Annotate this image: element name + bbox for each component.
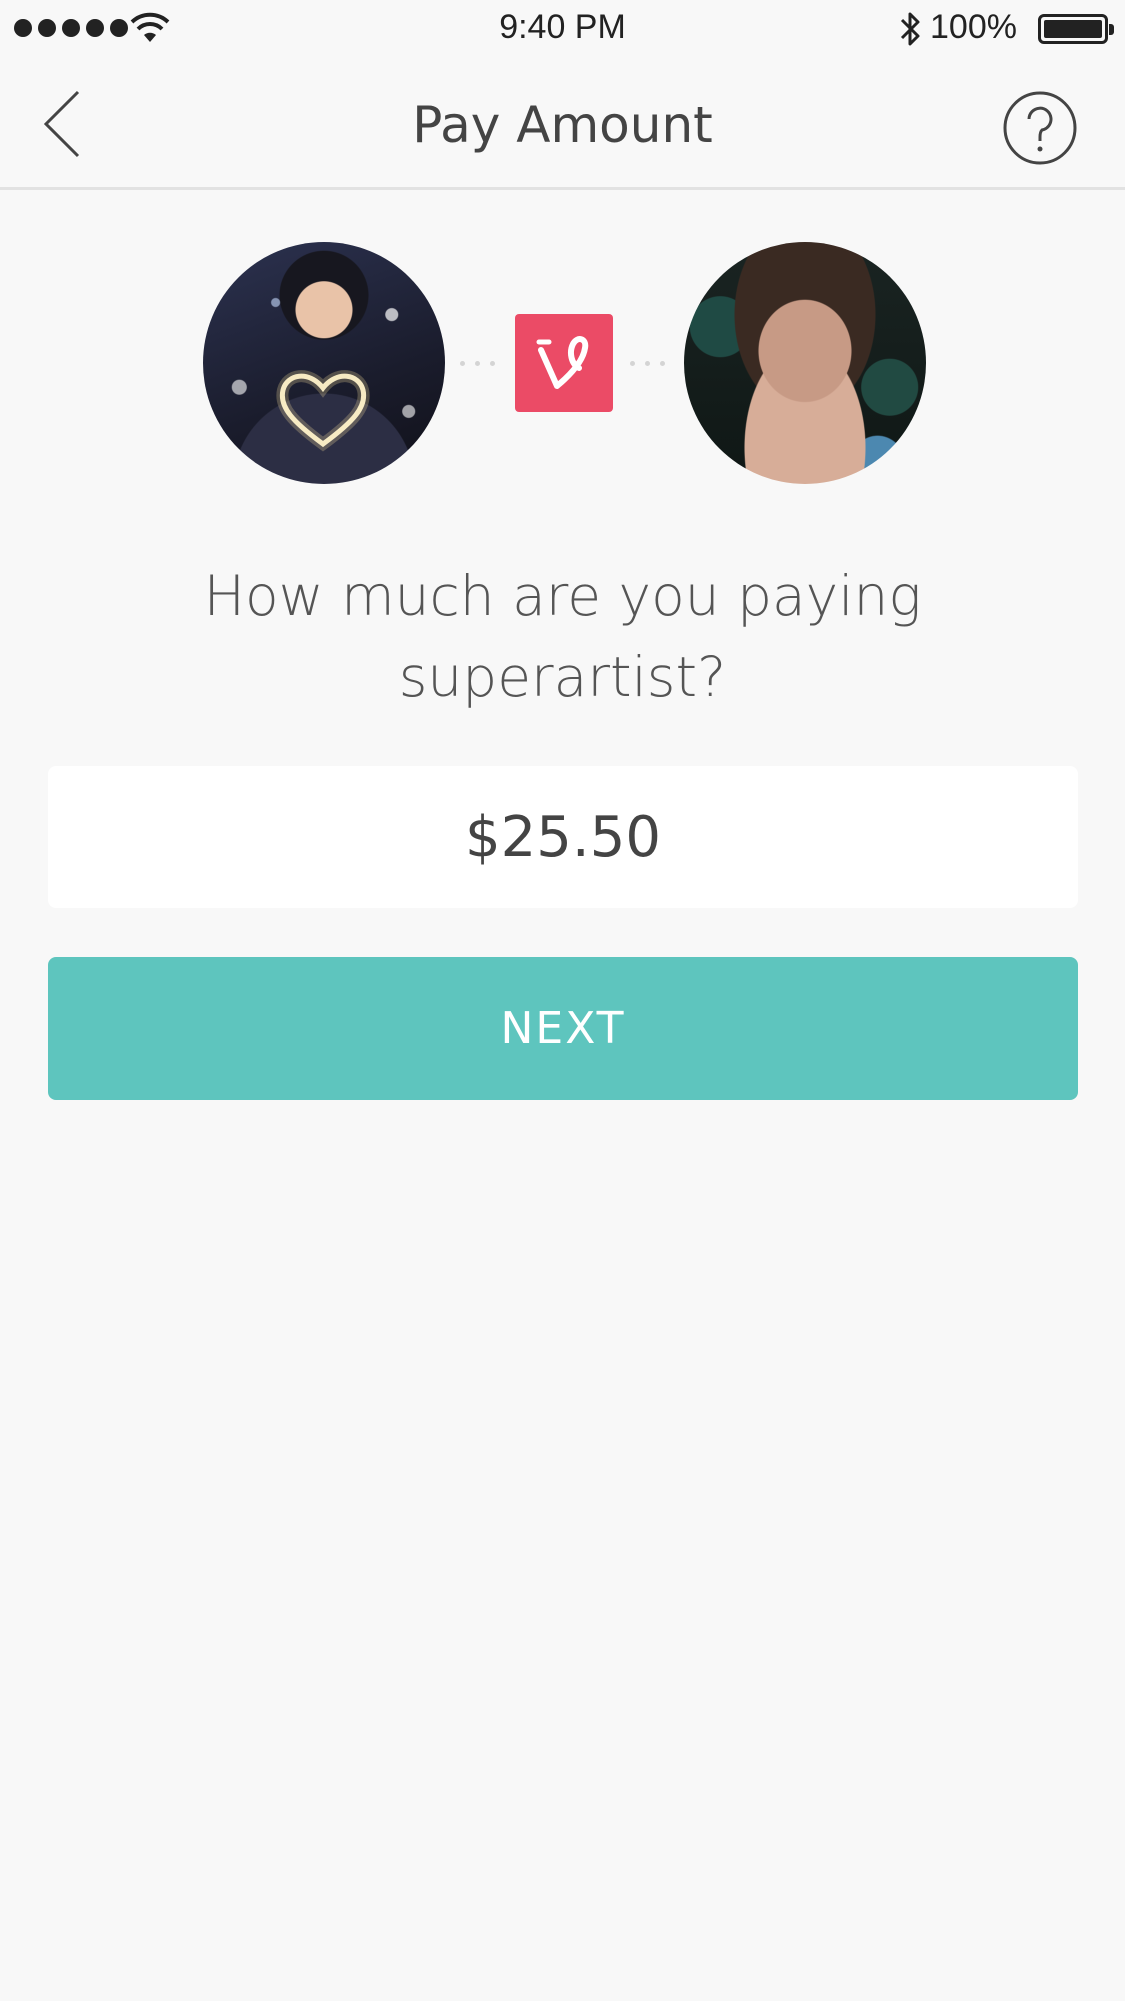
status-bar: 9:40 PM 100% — [0, 0, 1125, 58]
question-circle-icon[interactable] — [1002, 90, 1078, 166]
connector-dots-left — [460, 361, 495, 366]
page-title: Pay Amount — [412, 96, 713, 154]
heart-lights-decoration — [276, 370, 370, 452]
battery-percent: 100% — [930, 8, 1017, 46]
nav-bar: Pay Amount — [0, 58, 1125, 190]
amount-input[interactable] — [48, 766, 1078, 908]
avatar-recipient — [684, 242, 926, 484]
avatar-sender — [203, 242, 445, 484]
connector-dots-right — [630, 361, 665, 366]
battery-icon — [1038, 14, 1114, 44]
payment-question: How much are you paying superartist? — [203, 564, 922, 709]
vine-logo-icon — [515, 314, 613, 412]
next-button[interactable]: NEXT — [48, 957, 1078, 1100]
bluetooth-icon — [900, 12, 920, 46]
